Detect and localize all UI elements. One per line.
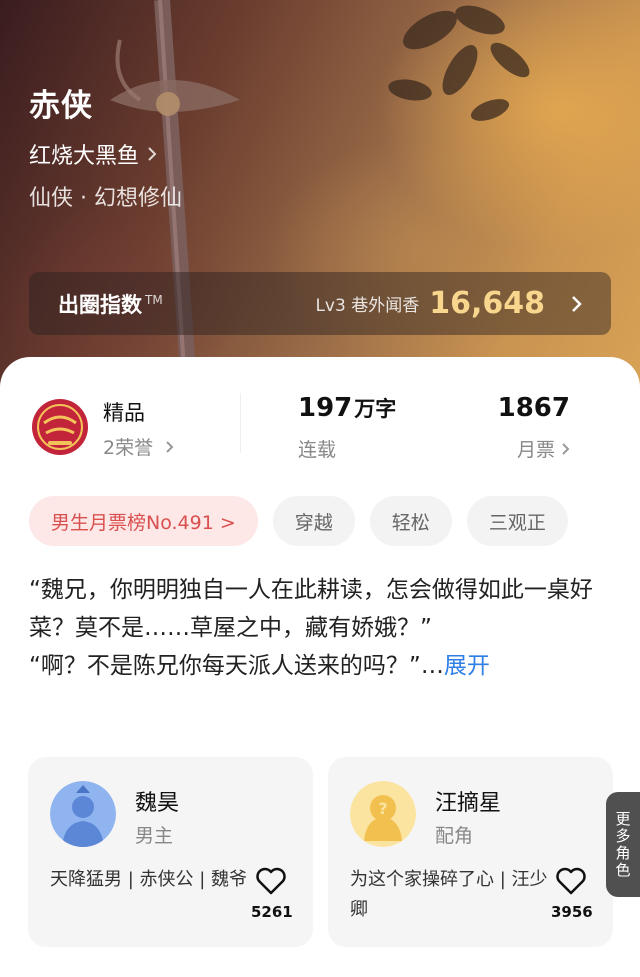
tag-list: 男生月票榜No.491 > 穿越 轻松 三观正 bbox=[29, 496, 568, 546]
author-name: 红烧大黑鱼 bbox=[29, 144, 140, 169]
honors-count: 2荣誉 bbox=[103, 437, 154, 459]
intro-paragraph: “啊？不是陈兄你每天派人送来的吗？”…展开 bbox=[29, 653, 490, 679]
leaves-artwork bbox=[388, 5, 530, 121]
book-cover-banner: 赤侠 红烧大黑鱼 仙侠 · 幻想修仙 出圈指数 TM Lv3 巷外闻香 16,64… bbox=[0, 0, 640, 400]
quality-badge-icon bbox=[32, 399, 88, 455]
chevron-right-icon bbox=[166, 440, 174, 453]
character-card[interactable]: ? 汪摘星 配角 为这个家操碎了心 | 汪少卿 3956 bbox=[328, 757, 613, 947]
index-value: 16,648 bbox=[429, 286, 545, 321]
heart-icon bbox=[256, 867, 286, 895]
author-link[interactable]: 红烧大黑鱼 bbox=[29, 138, 157, 170]
tag-chip[interactable]: 穿越 bbox=[272, 496, 355, 546]
quality-label: 精品 bbox=[103, 401, 145, 425]
chevron-right-icon bbox=[562, 442, 570, 455]
word-count: 197万字 bbox=[298, 393, 397, 423]
more-characters-button[interactable]: 更多角色 bbox=[606, 792, 640, 897]
popularity-index-bar[interactable]: 出圈指数 TM Lv3 巷外闻香 16,648 bbox=[29, 272, 611, 335]
like-count: 5261 bbox=[251, 903, 293, 921]
tag-chip[interactable]: 三观正 bbox=[466, 496, 568, 546]
like-count: 3956 bbox=[551, 903, 593, 921]
character-name: 汪摘星 bbox=[435, 791, 502, 816]
character-type: 配角 bbox=[435, 825, 474, 847]
character-description: 天降猛男 | 赤侠公 | 魏爷 bbox=[50, 869, 248, 890]
like-button[interactable]: 5261 bbox=[251, 867, 293, 921]
monthly-ticket-label: 月票 bbox=[516, 439, 555, 461]
tag-chip[interactable]: 轻松 bbox=[369, 496, 452, 546]
character-type: 男主 bbox=[135, 825, 174, 847]
character-description: 为这个家操碎了心 | 汪少卿 bbox=[350, 869, 548, 920]
divider bbox=[240, 393, 241, 453]
character-list: 魏昊 男主 天降猛男 | 赤侠公 | 魏爷 5261 ? 汪摘星 配角 为这个家… bbox=[28, 757, 613, 947]
monthly-ticket-count: 1867 bbox=[497, 393, 570, 423]
index-label: 出圈指数 bbox=[58, 292, 142, 317]
like-button[interactable]: 3956 bbox=[551, 867, 593, 921]
chevron-right-icon bbox=[148, 147, 157, 161]
character-avatar: ? bbox=[350, 781, 416, 847]
rank-tag[interactable]: 男生月票榜No.491 > bbox=[29, 496, 258, 546]
book-introduction: “魏兄，你明明独自一人在此耕读，怎会做得如此一桌好菜？莫不是……草屋之中，藏有娇… bbox=[29, 571, 601, 685]
character-card[interactable]: 魏昊 男主 天降猛男 | 赤侠公 | 魏爷 5261 bbox=[28, 757, 313, 947]
expand-button[interactable]: 展开 bbox=[444, 653, 490, 679]
character-avatar bbox=[50, 781, 116, 847]
chevron-right-icon bbox=[572, 295, 582, 312]
book-detail-card: 精品 2荣誉 197万字 连载 1867 月票 男生月票榜No.491 > 穿越… bbox=[0, 357, 640, 977]
stats-row: 精品 2荣誉 197万字 连载 1867 月票 bbox=[0, 357, 640, 477]
character-name: 魏昊 bbox=[135, 791, 180, 816]
intro-paragraph: “魏兄，你明明独自一人在此耕读，怎会做得如此一桌好菜？莫不是……草屋之中，藏有娇… bbox=[29, 577, 593, 641]
honors-link[interactable]: 2荣誉 bbox=[103, 433, 174, 460]
monthly-ticket-link[interactable]: 月票 bbox=[517, 435, 570, 462]
svg-text:?: ? bbox=[378, 799, 387, 818]
serial-status: 连载 bbox=[298, 439, 337, 461]
trademark-mark: TM bbox=[145, 292, 163, 307]
book-genre: 仙侠 · 幻想修仙 bbox=[29, 186, 182, 211]
book-title: 赤侠 bbox=[29, 88, 93, 124]
heart-icon bbox=[556, 867, 586, 895]
index-level: Lv3 巷外闻香 bbox=[315, 296, 420, 316]
